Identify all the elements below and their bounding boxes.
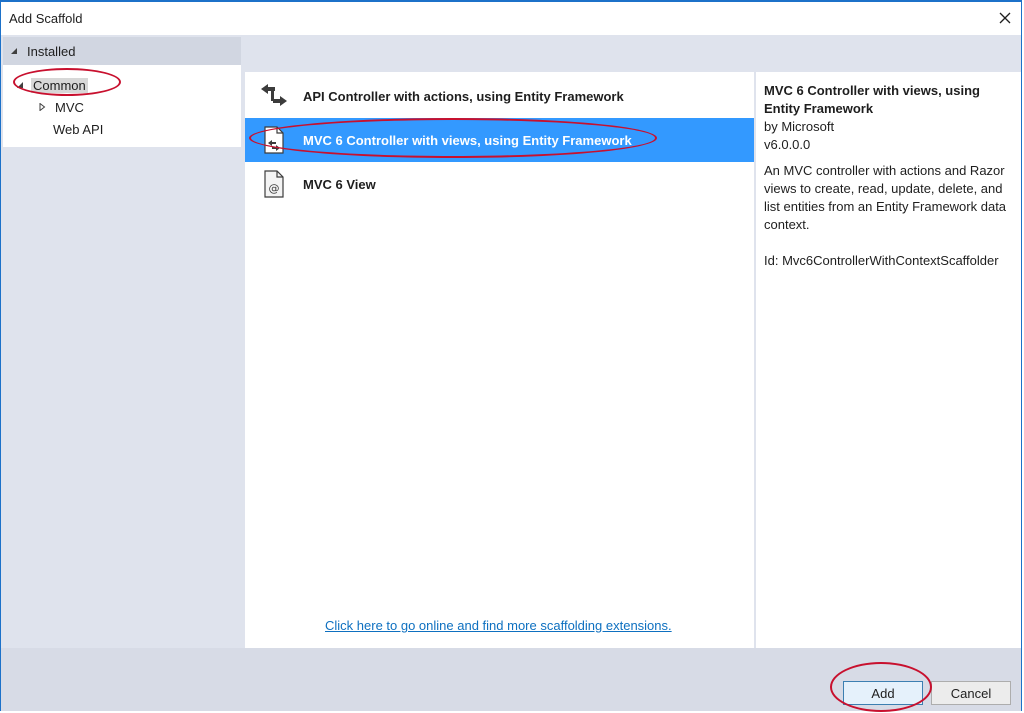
mvc-controller-icon: [259, 125, 289, 155]
window-title: Add Scaffold: [9, 11, 83, 26]
cancel-button[interactable]: Cancel: [931, 681, 1011, 705]
details-author: by Microsoft: [764, 119, 835, 134]
tree-label-mvc: MVC: [55, 99, 84, 115]
details-description: An MVC controller with actions and Razor…: [764, 163, 1007, 232]
expanded-arrow-icon[interactable]: [15, 80, 25, 90]
title-bar: Add Scaffold: [1, 2, 1021, 35]
api-controller-icon: [259, 81, 289, 111]
add-button[interactable]: Add: [843, 681, 923, 705]
tree-node-installed[interactable]: Installed: [3, 37, 241, 65]
svg-text:@: @: [269, 182, 280, 195]
online-extensions-link[interactable]: Click here to go online and find more sc…: [325, 618, 672, 633]
tree-label-installed: Installed: [27, 43, 76, 59]
tree-label-common: Common: [31, 77, 88, 93]
category-tree-panel: Installed Common MVC Web API: [3, 37, 241, 647]
details-panel: MVC 6 Controller with views, using Entit…: [756, 72, 1021, 648]
list-item-mvc-controller[interactable]: MVC 6 Controller with views, using Entit…: [245, 118, 754, 162]
add-scaffold-dialog: Add Scaffold Installed Common MVC Web AP…: [0, 0, 1022, 712]
details-version: v6.0.0.0: [764, 137, 811, 152]
expanded-arrow-icon[interactable]: [9, 46, 19, 56]
close-button[interactable]: [995, 8, 1015, 28]
details-title: MVC 6 Controller with views, using Entit…: [764, 83, 980, 116]
list-item-label: MVC 6 View: [303, 176, 376, 192]
tree-node-common[interactable]: Common: [15, 75, 88, 95]
tree-node-web-api[interactable]: Web API: [53, 119, 103, 139]
scaffold-list: API Controller with actions, using Entit…: [245, 72, 754, 648]
collapsed-arrow-icon[interactable]: [37, 102, 47, 112]
tree-children: Common MVC Web API: [3, 65, 241, 147]
list-item-label: API Controller with actions, using Entit…: [303, 88, 624, 104]
tree-node-mvc[interactable]: MVC: [37, 97, 84, 117]
list-header-strip: [243, 37, 1021, 71]
list-item-mvc-view[interactable]: @ MVC 6 View: [245, 162, 754, 206]
close-icon: [999, 12, 1011, 24]
list-item-label: MVC 6 Controller with views, using Entit…: [303, 132, 632, 148]
mvc-view-icon: @: [259, 169, 289, 199]
tree-label-web-api: Web API: [53, 121, 104, 137]
details-id: Id: Mvc6ControllerWithContextScaffolder: [764, 253, 999, 268]
list-item-api-controller[interactable]: API Controller with actions, using Entit…: [245, 74, 754, 118]
